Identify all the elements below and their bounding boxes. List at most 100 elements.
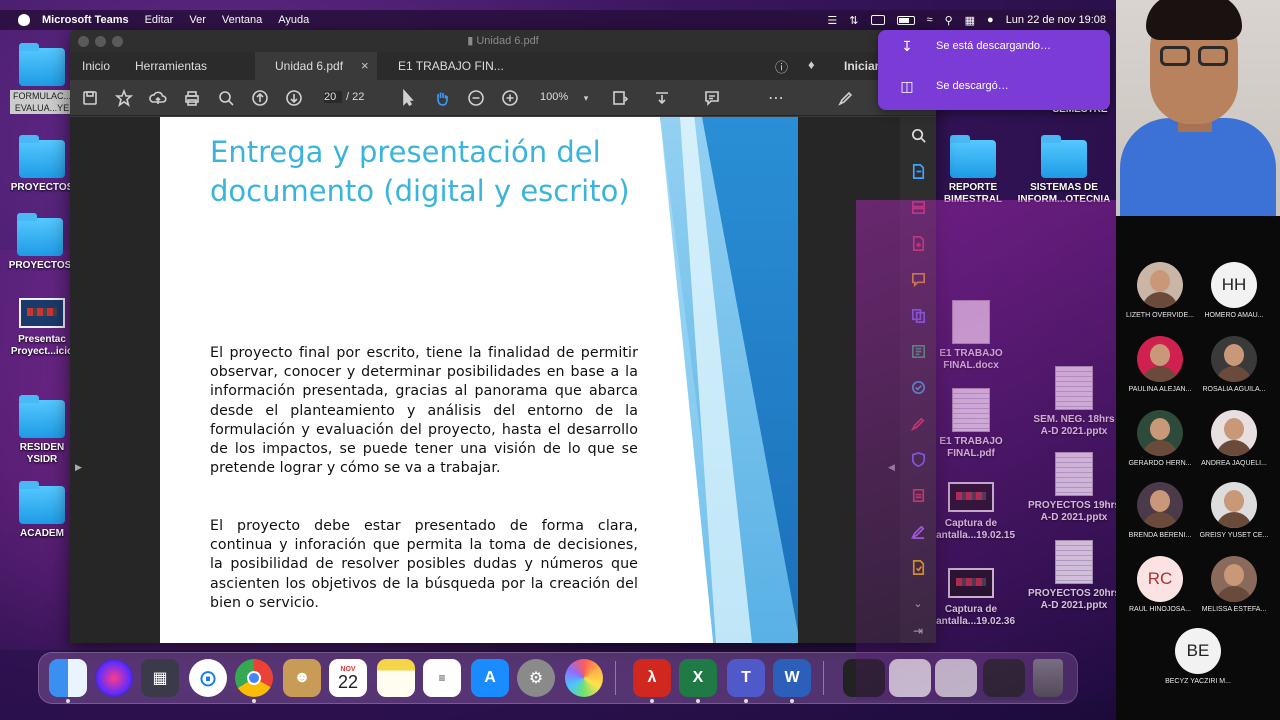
menu-ventana[interactable]: Ventana	[222, 14, 262, 26]
notification-row-downloading[interactable]: ↧ Se está descargando…	[878, 30, 1110, 62]
sign-in-button[interactable]: Iniciar	[844, 59, 879, 73]
sign-pen-icon[interactable]	[836, 88, 856, 108]
participant-tile[interactable]: GERARDO HERN...	[1122, 410, 1198, 467]
protect-shield-icon[interactable]	[908, 449, 928, 469]
print-icon[interactable]	[182, 88, 202, 108]
help-icon[interactable]: ⓘ	[775, 57, 788, 76]
photos-icon[interactable]	[565, 659, 603, 697]
menu-ver[interactable]: Ver	[189, 14, 206, 26]
menu-editar[interactable]: Editar	[145, 14, 174, 26]
system-preferences-icon[interactable]: ⚙	[517, 659, 555, 697]
excel-icon[interactable]: X	[679, 659, 717, 703]
scan-ocr-icon[interactable]	[908, 377, 928, 397]
word-icon[interactable]: W	[773, 659, 811, 703]
acrobat-icon[interactable]: λ	[633, 659, 671, 703]
comment-icon[interactable]	[702, 88, 722, 108]
participant-tile[interactable]: RC RAUL HINOJOSA...	[1122, 556, 1198, 613]
bell-icon[interactable]: ♦	[808, 57, 815, 72]
participant-tile[interactable]: HH HOMERO AMAU...	[1196, 262, 1272, 319]
tab-herramientas[interactable]: Herramientas	[135, 59, 207, 73]
select-cursor-icon[interactable]	[398, 88, 418, 108]
tab-trabajo-final[interactable]: E1 TRABAJO FIN...	[398, 59, 504, 73]
window-titlebar[interactable]: ▮ Unidad 6.pdf	[70, 30, 936, 52]
safari-icon[interactable]: ⨀	[189, 659, 227, 697]
desktop-folder-sistemas[interactable]: SISTEMAS DE INFORM...OTECNIA	[1016, 135, 1112, 206]
siri-icon[interactable]: ●	[987, 14, 994, 26]
upload-cloud-icon[interactable]	[148, 88, 168, 108]
zoom-level[interactable]: 100%	[540, 91, 568, 103]
contacts-icon[interactable]: ☻	[283, 659, 321, 697]
calendar-icon[interactable]: NOV 22	[329, 659, 367, 697]
hand-tool-icon[interactable]	[432, 88, 452, 108]
more-tools-icon[interactable]: ⋯	[766, 88, 786, 108]
edit-pdf-icon[interactable]	[908, 341, 928, 361]
participant-tile[interactable]: PAULINA ALEJAN...	[1122, 336, 1198, 393]
siri-icon[interactable]	[95, 659, 133, 697]
desktop-file-trabajo-pdf[interactable]: E1 TRABAJO FINAL.pdf	[934, 388, 1008, 460]
zoom-out-icon[interactable]	[466, 88, 486, 108]
reminders-icon[interactable]: ≡	[423, 659, 461, 697]
search-icon[interactable]	[908, 125, 928, 145]
zoom-dropdown-icon[interactable]: ▾	[576, 88, 596, 108]
downloads-stack-icon[interactable]	[843, 659, 885, 697]
desktop-folder-reporte-bimestral[interactable]: REPORTE BIMESTRAL	[936, 135, 1010, 206]
search-icon[interactable]: ⚲	[945, 14, 953, 27]
previous-page-icon[interactable]	[250, 88, 270, 108]
notification-row-downloaded[interactable]: ◫ Se descargó…	[878, 70, 1110, 102]
desktop-file-proyectos-19[interactable]: PROYECTOS 19hrs A-D 2021.pptx	[1028, 452, 1116, 524]
participant-tile[interactable]: ANDREA JAQUELI...	[1196, 410, 1272, 467]
control-center-icon[interactable]: ▦	[965, 14, 975, 27]
desktop-file-sem-neg[interactable]: SEM. NEG. 18hrs A-D 2021.pptx	[1028, 366, 1116, 438]
desktop-folder-proyectos-1[interactable]: PROYECTOS	[10, 135, 74, 194]
participant-tile[interactable]: GREISY YUSET CE...	[1196, 482, 1272, 539]
minimized-window-thumbnail[interactable]	[935, 659, 977, 697]
create-pdf-icon[interactable]	[908, 233, 928, 253]
finder-icon[interactable]	[49, 659, 87, 703]
page-number-input[interactable]	[324, 91, 342, 103]
desktop-file-captura-1[interactable]: Captura de pantalla...19.02.15	[930, 482, 1015, 542]
desktop-file-presentacion[interactable]: Presentac Proyect...icio	[8, 298, 76, 358]
document-viewport[interactable]: ▶ Entrega y presentación del documento (…	[70, 117, 900, 643]
minimized-window-thumbnail[interactable]	[983, 659, 1025, 697]
download-notification[interactable]: ↧ Se está descargando… ◫ Se descargó…	[878, 30, 1110, 110]
participant-tile[interactable]: BE BECYZ YACZIRI M...	[1160, 628, 1236, 685]
desktop-folder-formulacion[interactable]: FORMULAC... EVALUA...YE	[10, 43, 74, 114]
active-speaker-video[interactable]	[1116, 0, 1280, 216]
desktop-file-proyectos-20[interactable]: PROYECTOS 20hrs A-D 2021.pptx	[1028, 540, 1116, 612]
participant-tile[interactable]: MELISSA ESTEFA...	[1196, 556, 1272, 613]
menu-ayuda[interactable]: Ayuda	[278, 14, 309, 26]
save-icon[interactable]	[80, 88, 100, 108]
teams-icon[interactable]: T	[727, 659, 765, 703]
desktop-folder-residencias[interactable]: RESIDEN YSIDR	[10, 395, 74, 466]
combine-files-icon[interactable]	[908, 305, 928, 325]
tab-inicio[interactable]: Inicio	[82, 59, 110, 73]
apple-icon[interactable]	[18, 14, 30, 26]
stack-icon[interactable]: ☰	[827, 14, 837, 27]
chevron-down-icon[interactable]: ⌄	[908, 593, 928, 613]
app-store-icon[interactable]: A	[471, 659, 509, 697]
battery-icon[interactable]	[896, 15, 915, 25]
participant-tile[interactable]: ROSALIA AGUILA...	[1196, 336, 1272, 393]
minimized-window-thumbnail[interactable]	[889, 659, 931, 697]
participant-tile[interactable]: BRENDA BERENI...	[1122, 482, 1198, 539]
launchpad-icon[interactable]: ▦	[141, 659, 179, 697]
page-fit-icon[interactable]	[610, 88, 630, 108]
desktop-file-captura-2[interactable]: Captura de pantalla...19.02.36	[930, 568, 1015, 628]
trash-icon[interactable]	[1033, 659, 1063, 697]
organize-pages-icon[interactable]	[908, 197, 928, 217]
network-icon[interactable]: ⇅	[849, 14, 858, 27]
collapse-rail-icon[interactable]: ⇥	[908, 621, 928, 641]
notes-icon[interactable]	[377, 659, 415, 697]
export-pdf-icon[interactable]	[908, 161, 928, 181]
redact-icon[interactable]	[908, 485, 928, 505]
request-signature-icon[interactable]	[908, 521, 928, 541]
scroll-mode-icon[interactable]	[652, 88, 672, 108]
desktop-folder-academia[interactable]: ACADEM	[10, 481, 74, 540]
collapse-right-panel-icon[interactable]: ◀	[888, 462, 895, 473]
close-tab-icon[interactable]: ×	[361, 58, 369, 73]
tab-unidad6[interactable]: Unidad 6.pdf ×	[255, 52, 377, 80]
participant-tile[interactable]: LIZETH OVERVIDE...	[1122, 262, 1198, 319]
chrome-icon[interactable]	[235, 659, 273, 703]
wifi-icon[interactable]: ≈	[927, 14, 933, 26]
next-page-icon[interactable]	[284, 88, 304, 108]
